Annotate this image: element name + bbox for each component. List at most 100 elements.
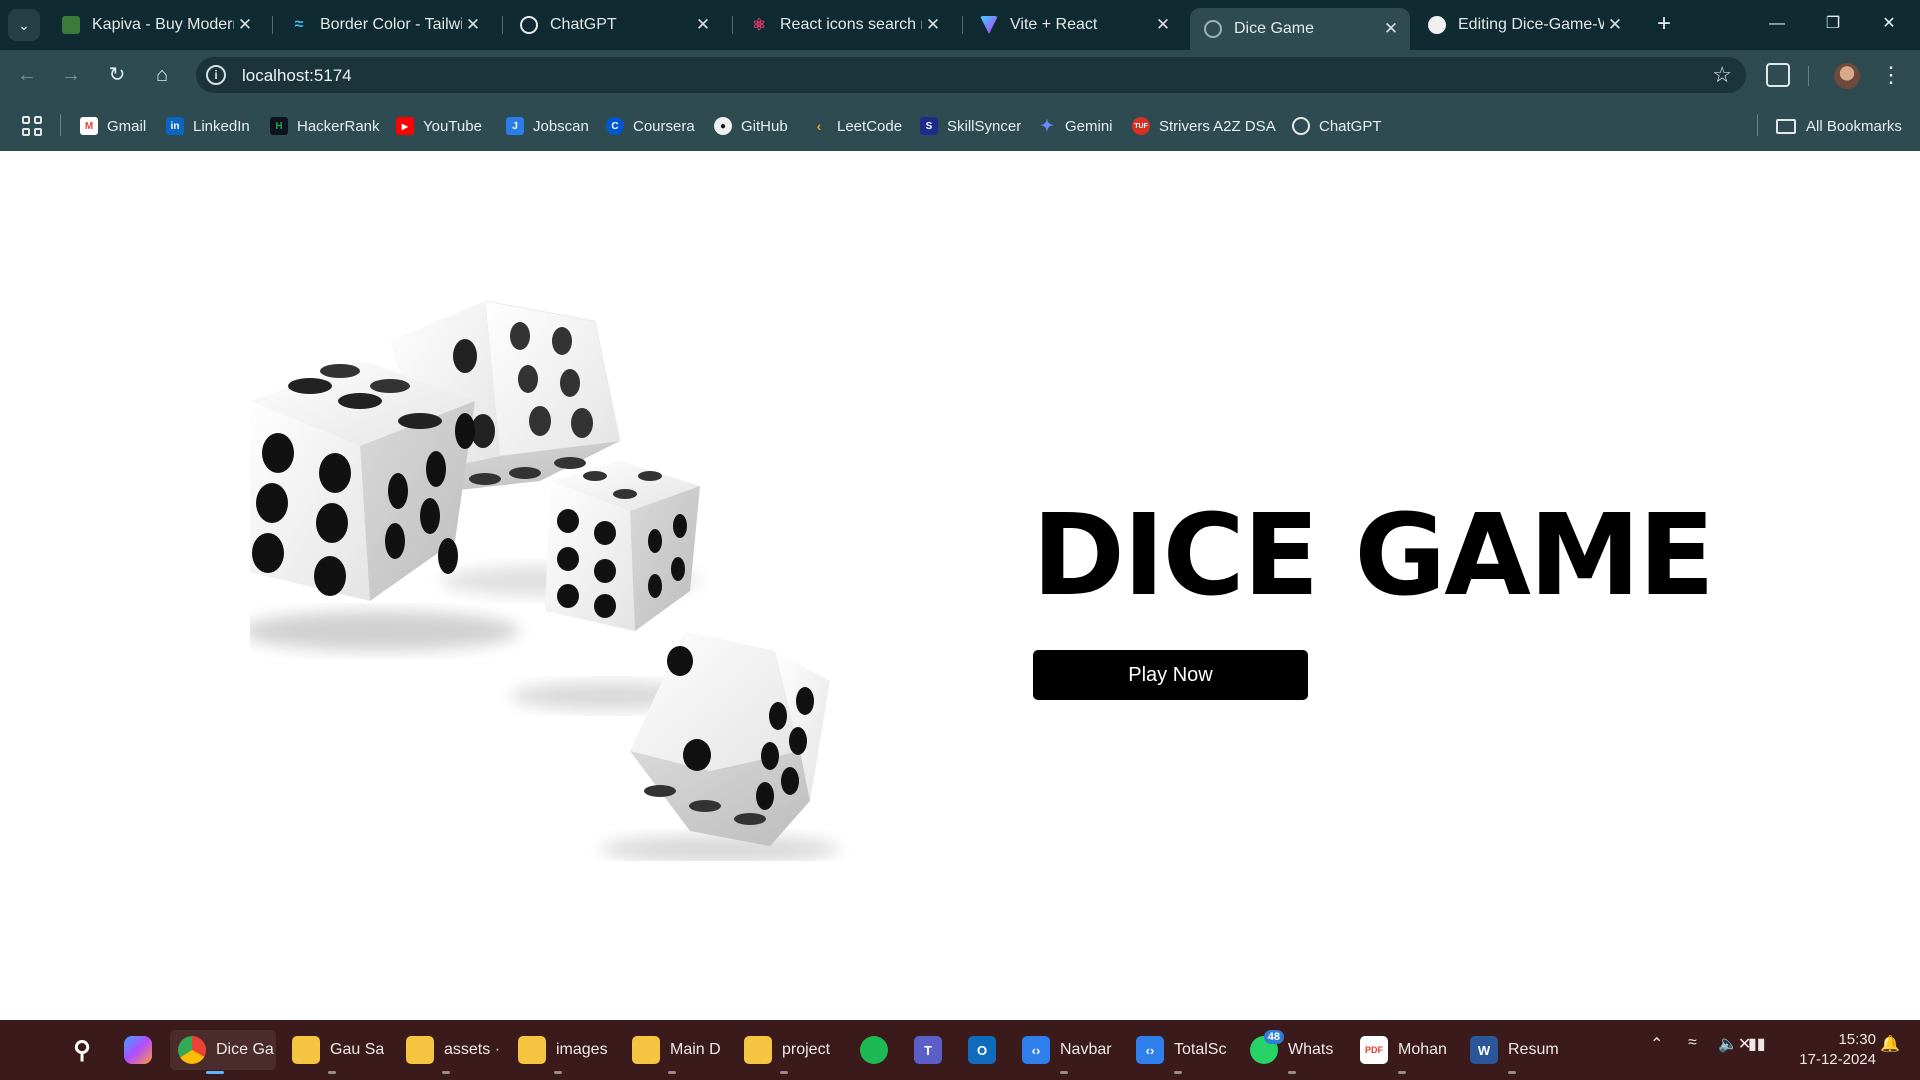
extensions-icon[interactable] <box>1766 63 1790 87</box>
bookmark-strivers[interactable]: TUF Strivers A2Z DSA <box>1132 114 1276 138</box>
taskbar-vscode-totalsc[interactable]: ‹› TotalSc <box>1136 1030 1236 1074</box>
taskbar-folder-project[interactable]: project <box>744 1030 840 1074</box>
all-bookmarks-button[interactable]: All Bookmarks <box>1776 114 1902 138</box>
taskbar-word[interactable]: W Resum <box>1470 1030 1570 1074</box>
wifi-icon[interactable]: ≈ <box>1688 1034 1697 1052</box>
close-icon[interactable]: ✕ <box>1604 15 1626 35</box>
tab-search-button[interactable]: ⌄ <box>8 9 40 41</box>
address-bar[interactable]: i localhost:5174 ☆ <box>196 57 1746 93</box>
apps-grid-icon[interactable] <box>22 116 42 136</box>
close-icon[interactable]: ✕ <box>462 15 484 35</box>
bookmark-youtube[interactable]: ▶ YouTube <box>396 114 482 138</box>
linkedin-icon: in <box>166 117 184 135</box>
folder-icon <box>518 1036 546 1064</box>
folder-icon <box>292 1036 320 1064</box>
chevron-down-icon: ⌄ <box>18 16 30 33</box>
skillsyncer-icon: S <box>920 117 938 135</box>
taskbar-folder-1[interactable]: Gau Sa <box>292 1030 388 1074</box>
bookmark-skillsyncer[interactable]: S SkillSyncer <box>920 114 1021 138</box>
bookmark-linkedin[interactable]: in LinkedIn <box>166 114 250 138</box>
bookmark-leetcode[interactable]: ‹ LeetCode <box>810 114 902 138</box>
notification-badge: 48 <box>1263 1030 1284 1044</box>
taskbar-folder-assets[interactable]: assets · <box>406 1030 502 1074</box>
folder-icon <box>744 1036 772 1064</box>
minimize-button[interactable]: — <box>1754 10 1800 38</box>
tab-chatgpt[interactable]: ChatGPT ✕ <box>506 8 722 42</box>
bookmarks-bar: M Gmail in LinkedIn H HackerRank ▶ YouTube J… <box>0 100 1920 151</box>
folder-icon <box>632 1036 660 1064</box>
page-content: DICE GAME Play Now <box>0 151 1920 1020</box>
taskbar-outlook[interactable]: O <box>968 1030 1006 1070</box>
github-icon: ● <box>714 117 732 135</box>
close-icon[interactable]: ✕ <box>1380 19 1402 39</box>
tab-kapiva[interactable]: Kapiva - Buy Modern ✕ <box>48 8 264 42</box>
taskbar-folder-main[interactable]: Main D <box>632 1030 728 1074</box>
vscode-icon: ‹› <box>1022 1036 1050 1064</box>
bookmark-gemini[interactable]: ✦ Gemini <box>1038 114 1112 138</box>
clock-date: 17-12-2024 <box>1799 1051 1876 1068</box>
tab-strip: ⌄ Kapiva - Buy Modern ✕ ≈ Border Color -… <box>0 0 1920 50</box>
vite-icon <box>980 16 998 34</box>
windows-taskbar: ⚲ Dice Ga Gau Sa assets · images Main D … <box>0 1020 1920 1080</box>
taskbar-folder-images[interactable]: images <box>518 1030 614 1074</box>
taskbar-chrome-dice-game[interactable]: Dice Ga <box>170 1030 276 1074</box>
site-info-icon[interactable]: i <box>206 65 226 85</box>
tab-vite[interactable]: Vite + React ✕ <box>966 8 1182 42</box>
system-clock[interactable]: 15:30 17-12-2024 <box>1780 1030 1876 1070</box>
volume-muted-icon[interactable]: 🔈✕ <box>1718 1034 1751 1054</box>
close-icon[interactable]: ✕ <box>234 15 256 35</box>
restore-button[interactable]: ❐ <box>1810 10 1856 38</box>
taskbar-spotify[interactable] <box>860 1030 898 1070</box>
close-icon[interactable]: ✕ <box>1152 15 1174 35</box>
start-button[interactable] <box>12 1030 50 1070</box>
battery-icon[interactable]: ▮▮ <box>1748 1034 1766 1054</box>
bookmark-github[interactable]: ● GitHub <box>714 114 788 138</box>
outlook-icon: O <box>968 1036 996 1064</box>
notification-bell-icon[interactable]: 🔔 <box>1880 1034 1900 1054</box>
taskbar-whatsapp[interactable]: 48 Whats <box>1250 1030 1350 1074</box>
chrome-icon <box>178 1036 206 1064</box>
address-url[interactable]: localhost:5174 <box>242 66 352 86</box>
close-icon[interactable]: ✕ <box>922 15 944 35</box>
page-title: DICE GAME <box>1032 491 1715 621</box>
vscode-icon: ‹› <box>1136 1036 1164 1064</box>
copilot-button[interactable] <box>124 1030 162 1070</box>
profile-avatar[interactable] <box>1834 63 1860 89</box>
menu-kebab-icon[interactable]: ⋮ <box>1880 62 1902 88</box>
tab-dice-game[interactable]: Dice Game ✕ <box>1190 8 1410 50</box>
new-tab-button[interactable]: + <box>1651 12 1677 38</box>
close-window-button[interactable]: ✕ <box>1866 10 1912 38</box>
bookmark-coursera[interactable]: C Coursera <box>606 114 695 138</box>
forward-button[interactable]: → <box>56 60 86 90</box>
search-button[interactable]: ⚲ <box>68 1030 106 1070</box>
windows-start-icon <box>12 1036 40 1064</box>
github-icon <box>1428 16 1446 34</box>
bookmark-hackerrank[interactable]: H HackerRank <box>270 114 380 138</box>
taskbar-teams[interactable]: T <box>914 1030 952 1070</box>
play-now-button[interactable]: Play Now <box>1033 650 1308 700</box>
back-button[interactable]: ← <box>12 60 42 90</box>
browser-toolbar: ← → ↻ ⌂ i localhost:5174 ☆ ⋮ <box>0 50 1920 100</box>
tab-react-icons[interactable]: ⚛ React icons search re ✕ <box>736 8 952 42</box>
whatsapp-icon: 48 <box>1250 1030 1284 1064</box>
taskbar-vscode-navbar[interactable]: ‹› Navbar <box>1022 1030 1122 1074</box>
tray-overflow-icon[interactable]: ⌃ <box>1650 1034 1663 1054</box>
reload-button[interactable]: ↻ <box>102 60 132 90</box>
chatgpt-icon <box>520 16 538 34</box>
youtube-icon: ▶ <box>396 117 414 135</box>
clock-time: 15:30 <box>1838 1031 1876 1048</box>
pdf-icon: PDF <box>1360 1036 1388 1064</box>
spotify-icon <box>860 1036 888 1064</box>
bookmark-gmail[interactable]: M Gmail <box>80 114 146 138</box>
leetcode-icon: ‹ <box>816 118 822 134</box>
taskbar-pdf[interactable]: PDF Mohan <box>1360 1030 1460 1074</box>
bookmark-jobscan[interactable]: J Jobscan <box>506 114 589 138</box>
react-icon: ⚛ <box>751 17 767 34</box>
bookmark-star-icon[interactable]: ☆ <box>1712 62 1732 88</box>
home-button[interactable]: ⌂ <box>147 60 177 90</box>
globe-icon <box>1204 20 1222 38</box>
close-icon[interactable]: ✕ <box>692 15 714 35</box>
tab-github-editing[interactable]: Editing Dice-Game-W ✕ <box>1414 8 1634 42</box>
tab-tailwind[interactable]: ≈ Border Color - Tailwi ✕ <box>276 8 492 42</box>
bookmark-chatgpt[interactable]: ChatGPT <box>1292 114 1382 138</box>
